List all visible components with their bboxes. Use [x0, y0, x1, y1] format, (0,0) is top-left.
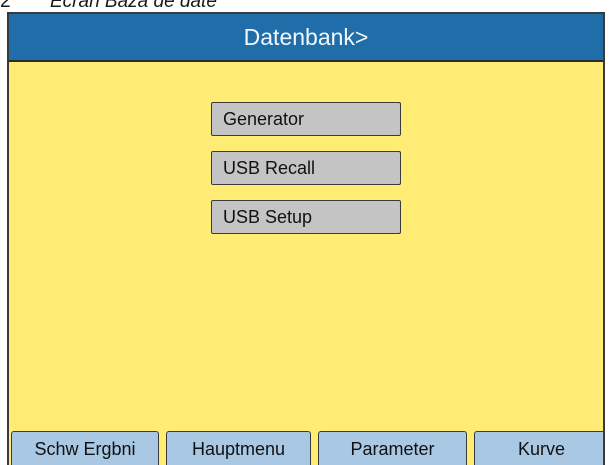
- caption-text: Ecran Baza de date: [50, 0, 217, 12]
- softkey-schw-ergbni[interactable]: Schw Ergbni: [11, 431, 159, 465]
- generator-button[interactable]: Generator: [211, 102, 401, 136]
- softkey-parameter[interactable]: Parameter: [318, 431, 467, 465]
- usb-setup-button[interactable]: USB Setup: [211, 200, 401, 234]
- softkey-hauptmenu[interactable]: Hauptmenu: [166, 431, 311, 465]
- usb-recall-button[interactable]: USB Recall: [211, 151, 401, 185]
- figure-caption: 2 Ecran Baza de date: [0, 0, 217, 12]
- softkey-bar: Schw Ergbni Hauptmenu Parameter Kurve: [9, 429, 603, 465]
- softkey-kurve[interactable]: Kurve: [474, 431, 603, 465]
- device-screen: Datenbank> Generator USB Recall USB Setu…: [7, 12, 605, 465]
- screen-title: Datenbank>: [9, 14, 603, 62]
